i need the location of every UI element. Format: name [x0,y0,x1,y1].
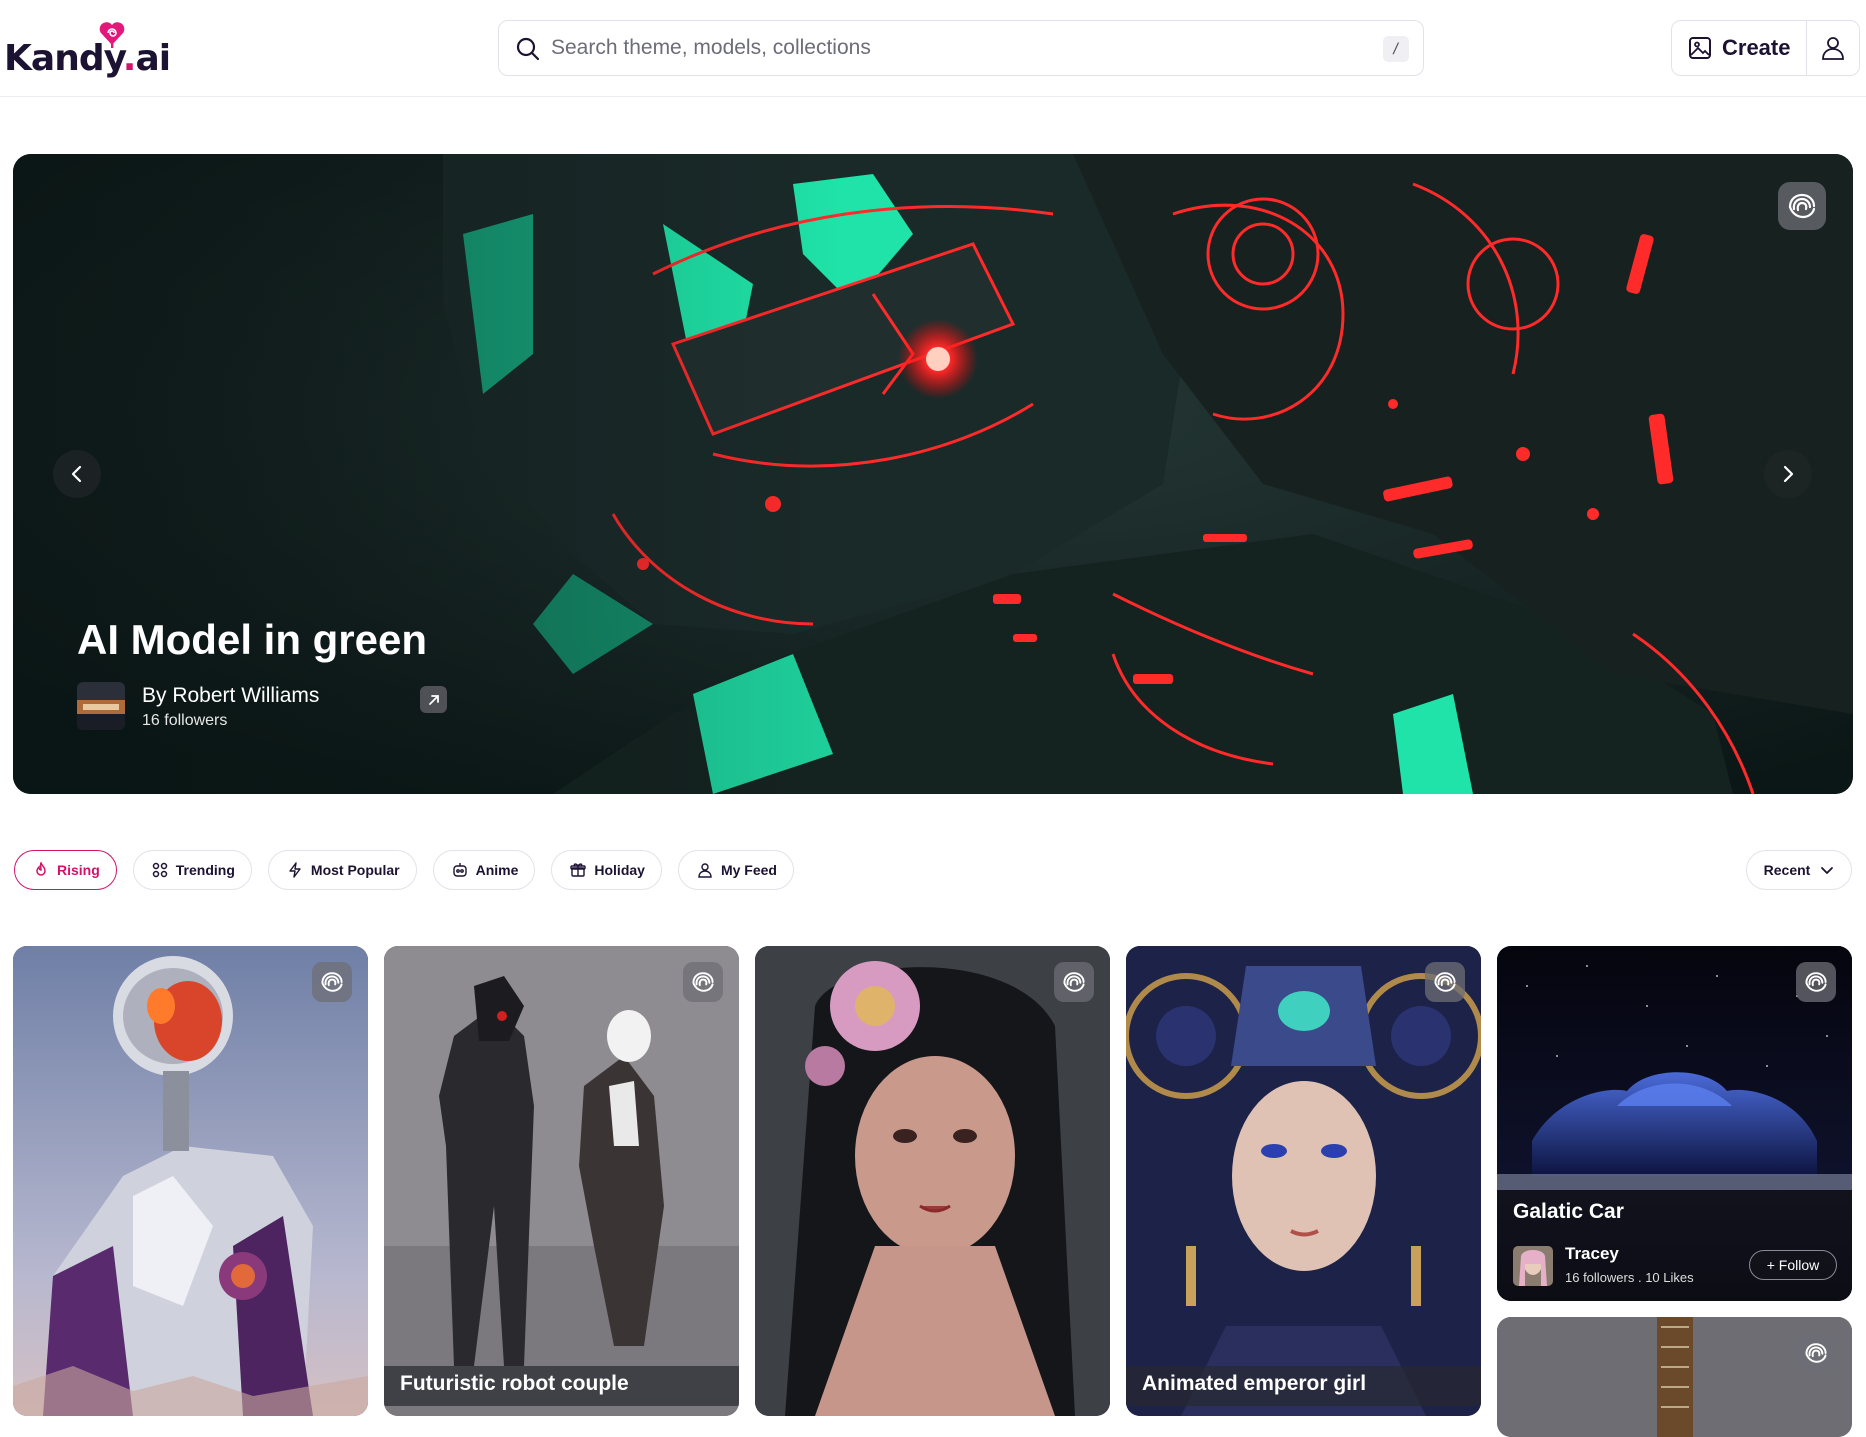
follow-button[interactable]: + Follow [1749,1250,1837,1280]
card-image-flower-girl [755,946,1110,1416]
user-icon [1822,37,1844,60]
model-badge-icon[interactable] [683,962,723,1002]
chevron-left-icon [71,465,82,483]
swirl-icon [1063,972,1085,992]
gallery-card[interactable]: Animated emperor girl [1126,946,1481,1416]
search-bar[interactable]: / [498,20,1424,76]
card-caption: Animated emperor girl [1126,1366,1481,1406]
model-badge-icon[interactable] [1796,962,1836,1002]
swirl-icon [692,972,714,992]
gallery-card-galatic-car[interactable]: Galatic Car Tracey 16 followers . 10 Lik… [1497,946,1852,1301]
card-image-robot-couple [384,946,739,1416]
author-external-link[interactable] [420,686,447,713]
model-badge-icon[interactable] [1796,1333,1836,1373]
search-icon [516,37,540,61]
filter-rising-label: Rising [57,862,100,878]
model-badge-icon[interactable] [1054,962,1094,1002]
profile-button[interactable] [1807,21,1859,75]
model-badge-icon[interactable] [312,962,352,1002]
chevron-right-icon [1783,465,1794,483]
filter-holiday-label: Holiday [594,862,645,878]
filter-trending-label: Trending [175,862,235,878]
chevron-down-icon [1821,867,1834,874]
hero-carousel[interactable]: AI Model in green By Robert Williams 16 … [13,154,1853,794]
gallery-card[interactable] [1497,1317,1852,1437]
top-header: Kandy.ai / Create [0,0,1866,97]
sort-label: Recent [1763,862,1811,878]
card-caption-text: Animated emperor girl [1142,1372,1367,1395]
model-badge-icon[interactable] [1425,962,1465,1002]
swirl-icon [1805,1343,1827,1363]
creator-avatar-image [1513,1246,1553,1286]
card-title: Galatic Car [1513,1200,1624,1223]
model-badge-icon[interactable] [1778,182,1826,230]
author-name[interactable]: By Robert Williams [142,684,319,708]
flame-icon [36,862,46,876]
filter-holiday[interactable]: Holiday [551,850,662,890]
hero-title: AI Model in green [77,616,428,663]
swirl-icon [1788,193,1816,219]
filter-most-popular-label: Most Popular [310,862,400,878]
card-image-emperor-girl [1126,946,1481,1416]
search-input[interactable] [551,21,1351,75]
card-caption-text: Futuristic robot couple [400,1372,629,1395]
user-icon [698,863,712,878]
card-info-panel: Galatic Car Tracey 16 followers . 10 Lik… [1497,1190,1852,1301]
filter-anime[interactable]: Anime [432,850,536,890]
filter-my-feed-label: My Feed [720,862,777,878]
filter-anime-label: Anime [475,862,519,878]
creator-stats: 16 followers . 10 Likes [1565,1270,1694,1285]
card-image-silver-robot [13,946,368,1416]
gallery-card[interactable]: Futuristic robot couple [384,946,739,1416]
create-button-label: Create [1722,35,1791,60]
arrow-up-right-icon [428,694,439,705]
swirl-icon [321,972,343,992]
carousel-next-button[interactable] [1764,450,1812,498]
author-avatar-image [77,682,125,730]
swirl-icon [1805,972,1827,992]
filter-most-popular[interactable]: Most Popular [267,850,417,890]
header-actions: Create [1671,20,1860,76]
sort-dropdown[interactable]: Recent [1746,850,1852,890]
robot-icon [452,863,467,877]
author-followers: 16 followers [142,712,228,729]
carousel-prev-button[interactable] [53,450,101,498]
kandy-ai-logo[interactable]: Kandy.ai [4,18,171,80]
logo-wordmark: Kandy.ai [4,38,171,79]
search-shortcut-key: / [1383,36,1409,62]
grid-icon [152,862,168,878]
image-create-icon [1689,37,1711,59]
card-caption: Futuristic robot couple [384,1366,739,1406]
bolt-icon [289,862,301,878]
category-filters: Rising Trending Most Popular Anime Holid… [14,850,794,890]
filter-trending[interactable]: Trending [132,850,252,890]
create-button[interactable]: Create [1672,21,1806,75]
gift-icon [570,863,587,877]
author-avatar[interactable] [77,682,125,730]
creator-avatar[interactable] [1513,1246,1553,1286]
filter-my-feed[interactable]: My Feed [677,850,794,890]
creator-name[interactable]: Tracey [1565,1244,1619,1264]
filter-rising[interactable]: Rising [14,850,117,890]
gallery-card[interactable] [13,946,368,1416]
gallery-card[interactable] [755,946,1110,1416]
swirl-icon [1434,972,1456,992]
